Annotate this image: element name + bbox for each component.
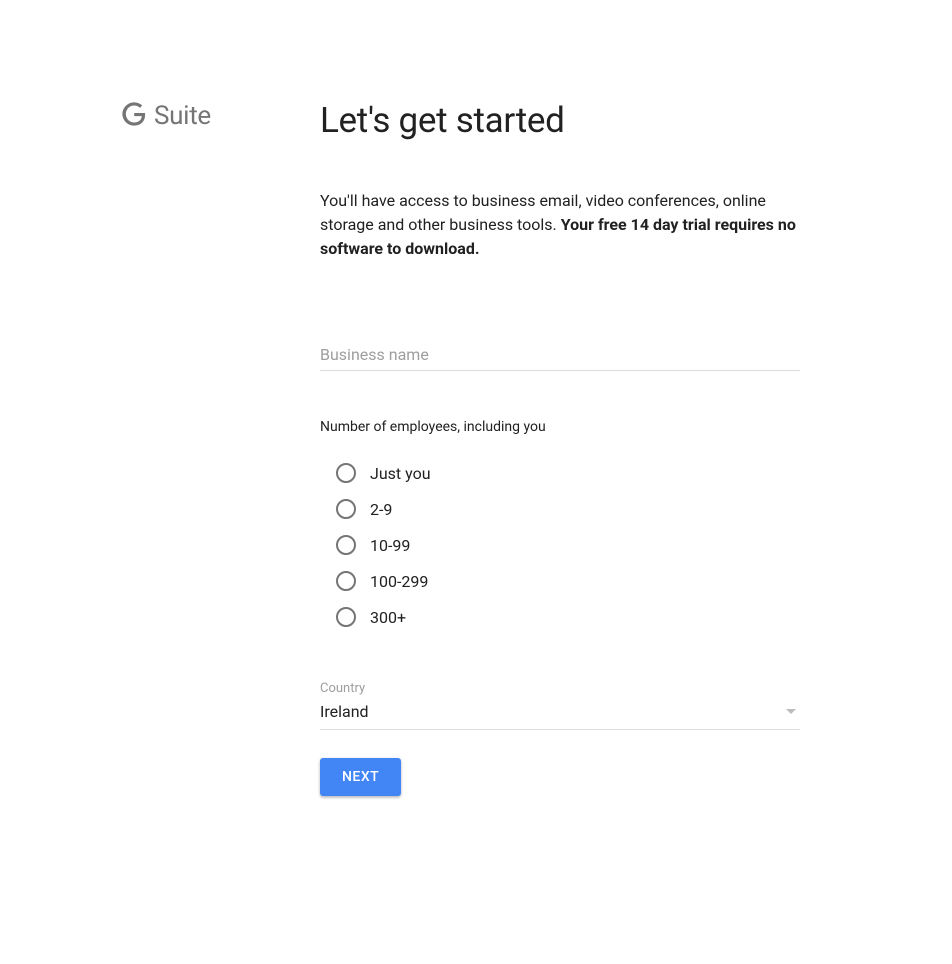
radio-icon <box>336 607 356 627</box>
radio-icon <box>336 571 356 591</box>
radio-icon <box>336 535 356 555</box>
gsuite-logo: Suite <box>0 100 320 132</box>
radio-10-99[interactable]: 10-99 <box>336 535 800 555</box>
employees-label: Number of employees, including you <box>320 419 800 435</box>
radio-icon <box>336 499 356 519</box>
employees-radio-group: Just you 2-9 10-99 100-299 300+ <box>320 463 800 627</box>
suite-text: Suite <box>154 103 211 129</box>
radio-label: 2-9 <box>370 500 392 519</box>
radio-label: 100-299 <box>370 572 428 591</box>
sidebar: Suite <box>0 100 320 796</box>
main-content: Let's get started You'll have access to … <box>320 100 800 796</box>
radio-2-9[interactable]: 2-9 <box>336 499 800 519</box>
country-value: Ireland <box>320 702 369 721</box>
google-g-icon <box>120 100 148 132</box>
intro-text: You'll have access to business email, vi… <box>320 189 800 261</box>
radio-icon <box>336 463 356 483</box>
business-name-input[interactable] <box>320 341 800 371</box>
next-button[interactable]: NEXT <box>320 758 401 796</box>
radio-label: 10-99 <box>370 536 410 555</box>
country-field: Country Ireland <box>320 681 800 730</box>
radio-label: Just you <box>370 464 431 483</box>
signup-page: Suite Let's get started You'll have acce… <box>0 0 952 796</box>
radio-100-299[interactable]: 100-299 <box>336 571 800 591</box>
business-name-field <box>320 341 800 371</box>
radio-label: 300+ <box>370 608 406 627</box>
page-title: Let's get started <box>320 100 800 141</box>
radio-300-plus[interactable]: 300+ <box>336 607 800 627</box>
radio-just-you[interactable]: Just you <box>336 463 800 483</box>
chevron-down-icon <box>786 709 796 714</box>
country-label: Country <box>320 681 800 696</box>
country-select[interactable]: Ireland <box>320 702 800 730</box>
